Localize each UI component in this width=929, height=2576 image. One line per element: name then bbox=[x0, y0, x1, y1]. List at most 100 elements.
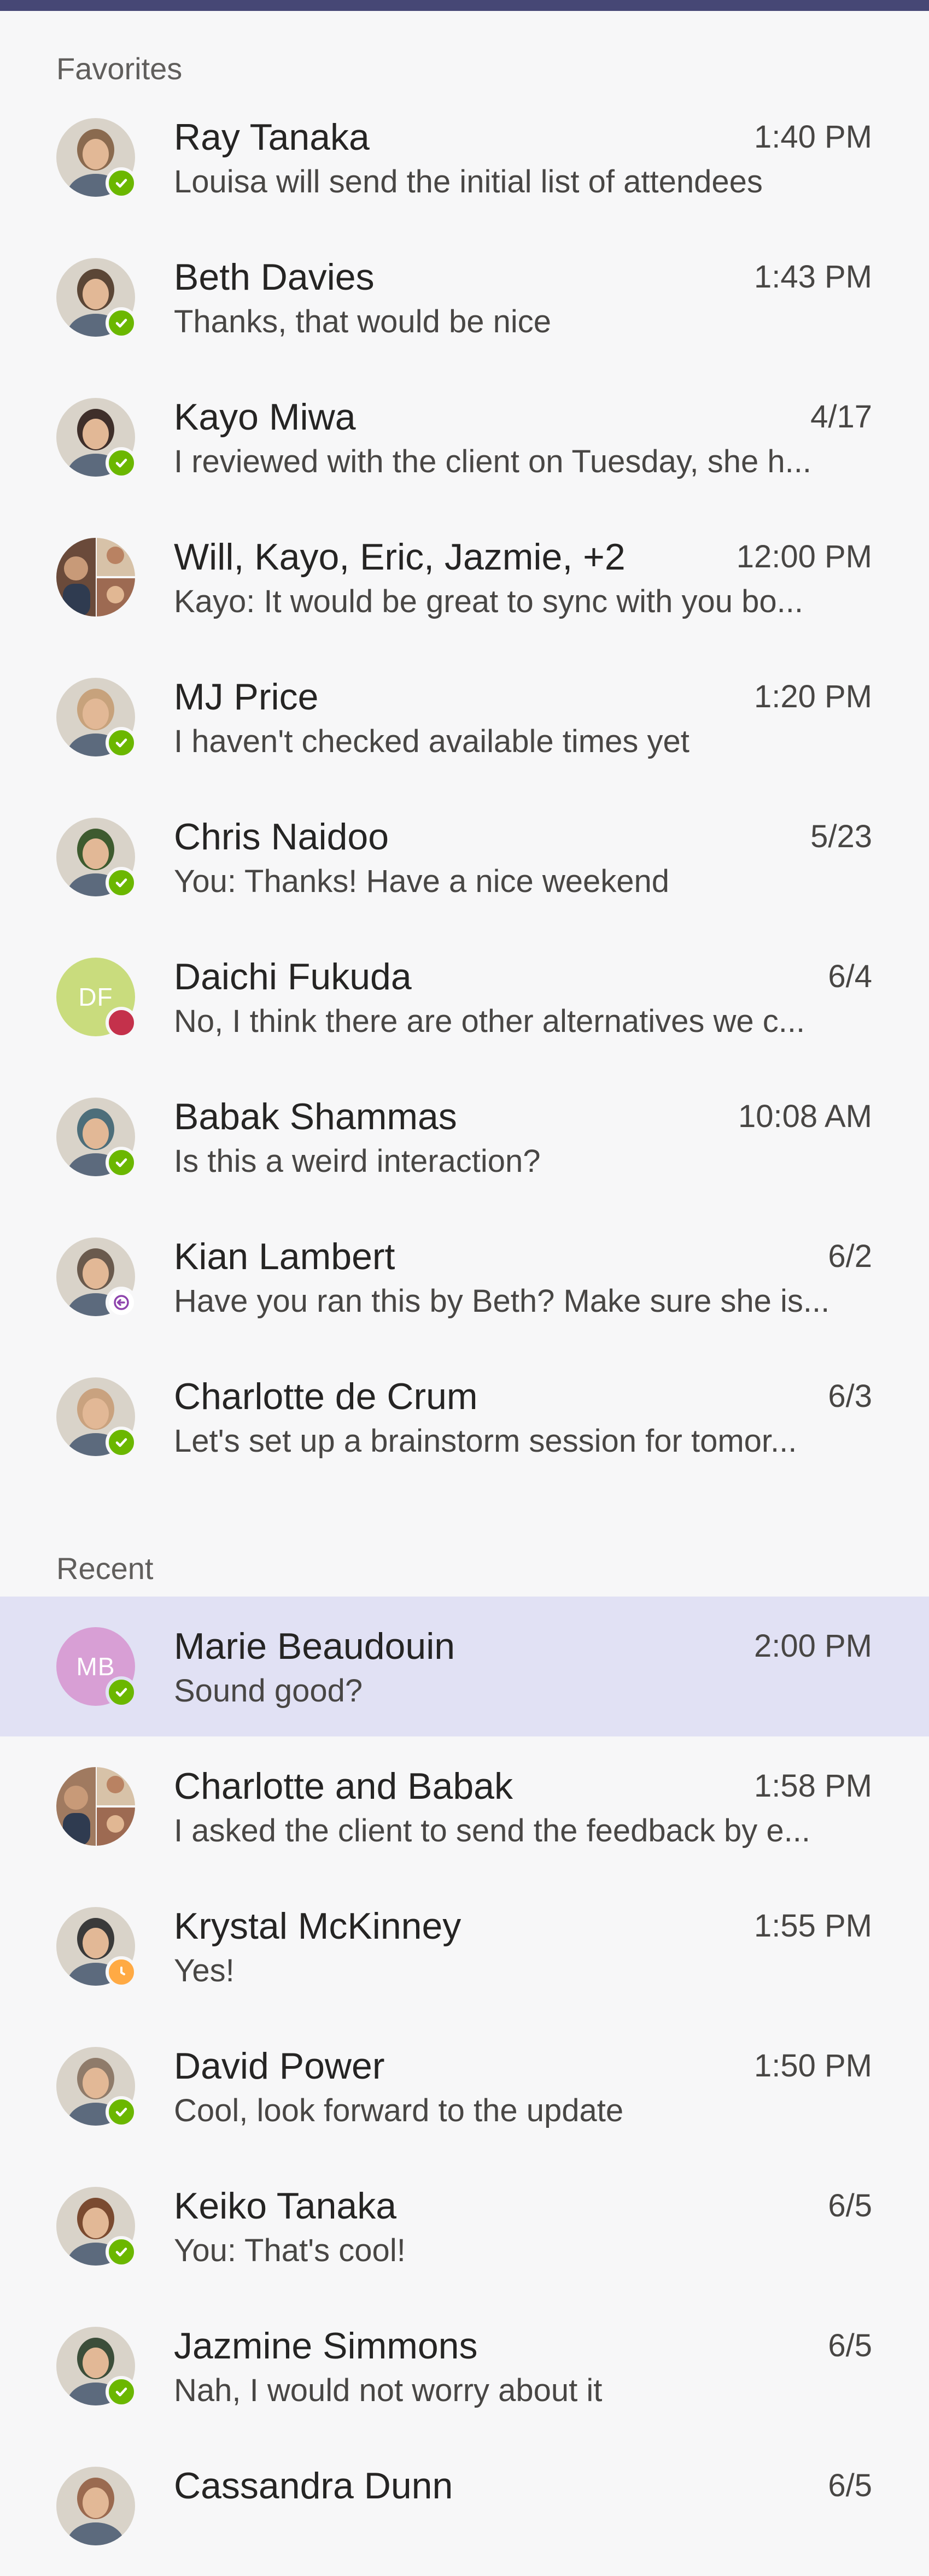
chat-row[interactable]: MJ Price 1:20 PM I haven't checked availab… bbox=[0, 647, 929, 787]
chat-name: David Power bbox=[174, 2045, 385, 2087]
chat-preview: Nah, I would not worry about it bbox=[174, 2373, 603, 2408]
section-header-recent: Recent bbox=[56, 1551, 154, 1586]
chat-name: Charlotte and Babak bbox=[174, 1765, 513, 1807]
avatar-image bbox=[56, 2467, 135, 2545]
group-avatar[interactable] bbox=[56, 538, 135, 617]
chat-preview: I reviewed with the client on Tuesday, s… bbox=[174, 444, 812, 479]
presence-available-icon bbox=[106, 167, 137, 199]
avatar[interactable] bbox=[56, 2047, 137, 2128]
avatar[interactable] bbox=[56, 2187, 137, 2268]
chat-timestamp: 6/2 bbox=[828, 1239, 872, 1274]
section-header-favorites: Favorites bbox=[56, 51, 183, 86]
avatar[interactable] bbox=[56, 1377, 137, 1458]
chat-name: Keiko Tanaka bbox=[174, 2185, 397, 2227]
presence-available-icon bbox=[106, 307, 137, 339]
chat-name: Chris Naidoo bbox=[174, 816, 389, 858]
chat-row[interactable]: Beth Davies 1:43 PM Thanks, that would be … bbox=[0, 227, 929, 367]
chat-timestamp: 1:20 PM bbox=[754, 679, 872, 714]
presence-available-icon bbox=[106, 867, 137, 899]
chat-preview: Cool, look forward to the update bbox=[174, 2093, 624, 2128]
chat-timestamp: 10:08 AM bbox=[738, 1099, 872, 1134]
chat-timestamp: 6/5 bbox=[828, 2188, 872, 2223]
chat-row[interactable]: Charlotte and Babak 1:58 PM I asked the cl… bbox=[0, 1736, 929, 1876]
chat-timestamp: 12:00 PM bbox=[736, 539, 872, 574]
chat-row[interactable]: David Power 1:50 PM Cool, look forward to … bbox=[0, 2016, 929, 2156]
chat-preview: You: That's cool! bbox=[174, 2233, 406, 2268]
chat-row[interactable]: Charlotte de Crum 6/3 Let's set up a brain… bbox=[0, 1347, 929, 1487]
avatar[interactable] bbox=[56, 398, 137, 479]
presence-available-icon bbox=[106, 1147, 137, 1178]
presence-available-icon bbox=[106, 2376, 137, 2408]
chat-row[interactable]: Chris Naidoo 5/23 You: Thanks! Have a nice… bbox=[0, 787, 929, 927]
chat-timestamp: 6/3 bbox=[828, 1378, 872, 1414]
avatar[interactable] bbox=[56, 1237, 137, 1318]
chat-name: Charlotte de Crum bbox=[174, 1376, 478, 1417]
top-bar bbox=[0, 0, 929, 11]
chat-name: Will, Kayo, Eric, Jazmie, +2 bbox=[174, 536, 626, 578]
presence-available-icon bbox=[106, 2096, 137, 2128]
chat-timestamp: 6/5 bbox=[828, 2468, 872, 2503]
chat-name: Marie Beaudouin bbox=[174, 1626, 455, 1667]
presence-available-icon bbox=[106, 2236, 137, 2268]
chat-row[interactable]: DF Daichi Fukuda 6/4 No, I think there are … bbox=[0, 927, 929, 1067]
avatar-image bbox=[56, 538, 135, 617]
presence-away-out-icon bbox=[106, 1287, 137, 1318]
avatar[interactable] bbox=[56, 818, 137, 899]
presence-away-icon bbox=[106, 1956, 137, 1988]
chat-timestamp: 1:43 PM bbox=[754, 259, 872, 295]
chat-preview: Have you ran this by Beth? Make sure she… bbox=[174, 1283, 830, 1319]
presence-available-icon bbox=[106, 1427, 137, 1458]
chat-timestamp: 2:00 PM bbox=[754, 1628, 872, 1664]
chat-row[interactable]: MB Marie Beaudouin 2:00 PM Sound good? bbox=[0, 1597, 929, 1736]
chat-timestamp: 1:50 PM bbox=[754, 2048, 872, 2084]
chat-timestamp: 1:55 PM bbox=[754, 1908, 872, 1944]
chat-name: Daichi Fukuda bbox=[174, 956, 412, 997]
chat-row[interactable]: Keiko Tanaka 6/5 You: That's cool! bbox=[0, 2156, 929, 2296]
chat-preview: No, I think there are other alternatives… bbox=[174, 1004, 805, 1039]
chat-preview: Sound good? bbox=[174, 1673, 363, 1709]
chat-row[interactable]: Kayo Miwa 4/17 I reviewed with the client … bbox=[0, 367, 929, 507]
chat-preview: Thanks, that would be nice bbox=[174, 304, 551, 339]
avatar[interactable] bbox=[56, 258, 137, 339]
chat-preview: Yes! bbox=[174, 1953, 235, 1988]
chat-row[interactable]: Ray Tanaka 1:40 PM Louisa will send the in… bbox=[0, 87, 929, 227]
chat-name: Beth Davies bbox=[174, 256, 375, 298]
chat-row[interactable]: Krystal McKinney 1:55 PM Yes! bbox=[0, 1876, 929, 2016]
chat-preview: Let's set up a brainstorm session for to… bbox=[174, 1423, 797, 1459]
avatar[interactable] bbox=[56, 2327, 137, 2408]
chat-name: Kayo Miwa bbox=[174, 396, 356, 438]
chat-preview: I haven't checked available times yet bbox=[174, 724, 690, 759]
chat-timestamp: 1:58 PM bbox=[754, 1768, 872, 1804]
presence-available-icon bbox=[106, 447, 137, 479]
chat-preview: I asked the client to send the feedback … bbox=[174, 1813, 810, 1849]
chat-timestamp: 1:40 PM bbox=[754, 119, 872, 155]
avatar[interactable] bbox=[56, 678, 137, 759]
group-avatar[interactable] bbox=[56, 1767, 135, 1846]
chat-timestamp: 5/23 bbox=[810, 819, 872, 854]
avatar[interactable] bbox=[56, 2467, 135, 2545]
chat-name: Kian Lambert bbox=[174, 1236, 395, 1277]
presence-busy-icon bbox=[106, 1007, 137, 1038]
chat-row[interactable]: Cassandra Dunn 6/5 bbox=[0, 2436, 929, 2576]
avatar[interactable] bbox=[56, 1907, 137, 1988]
avatar[interactable]: DF bbox=[56, 958, 137, 1038]
chat-timestamp: 6/4 bbox=[828, 959, 872, 994]
chat-timestamp: 6/5 bbox=[828, 2328, 872, 2363]
chat-name: Ray Tanaka bbox=[174, 116, 370, 158]
chat-row[interactable]: Kian Lambert 6/2 Have you ran this by Beth… bbox=[0, 1207, 929, 1347]
chat-preview: Is this a weird interaction? bbox=[174, 1143, 541, 1179]
chat-preview: Kayo: It would be great to sync with you… bbox=[174, 584, 803, 619]
chat-name: Krystal McKinney bbox=[174, 1905, 461, 1947]
avatar-image bbox=[56, 1767, 135, 1846]
chat-name: MJ Price bbox=[174, 676, 319, 718]
chat-preview: You: Thanks! Have a nice weekend bbox=[174, 864, 670, 899]
chat-preview: Louisa will send the initial list of att… bbox=[174, 164, 763, 199]
chat-row[interactable]: Jazmine Simmons 6/5 Nah, I would not worry… bbox=[0, 2296, 929, 2436]
chat-name: Babak Shammas bbox=[174, 1096, 457, 1137]
avatar[interactable] bbox=[56, 1098, 137, 1178]
chat-row[interactable]: Babak Shammas 10:08 AM Is this a weird int… bbox=[0, 1067, 929, 1207]
chat-timestamp: 4/17 bbox=[810, 399, 872, 435]
avatar[interactable] bbox=[56, 118, 137, 199]
chat-row[interactable]: Will, Kayo, Eric, Jazmie, +2 12:00 PM Kayo… bbox=[0, 507, 929, 647]
avatar[interactable]: MB bbox=[56, 1627, 137, 1708]
